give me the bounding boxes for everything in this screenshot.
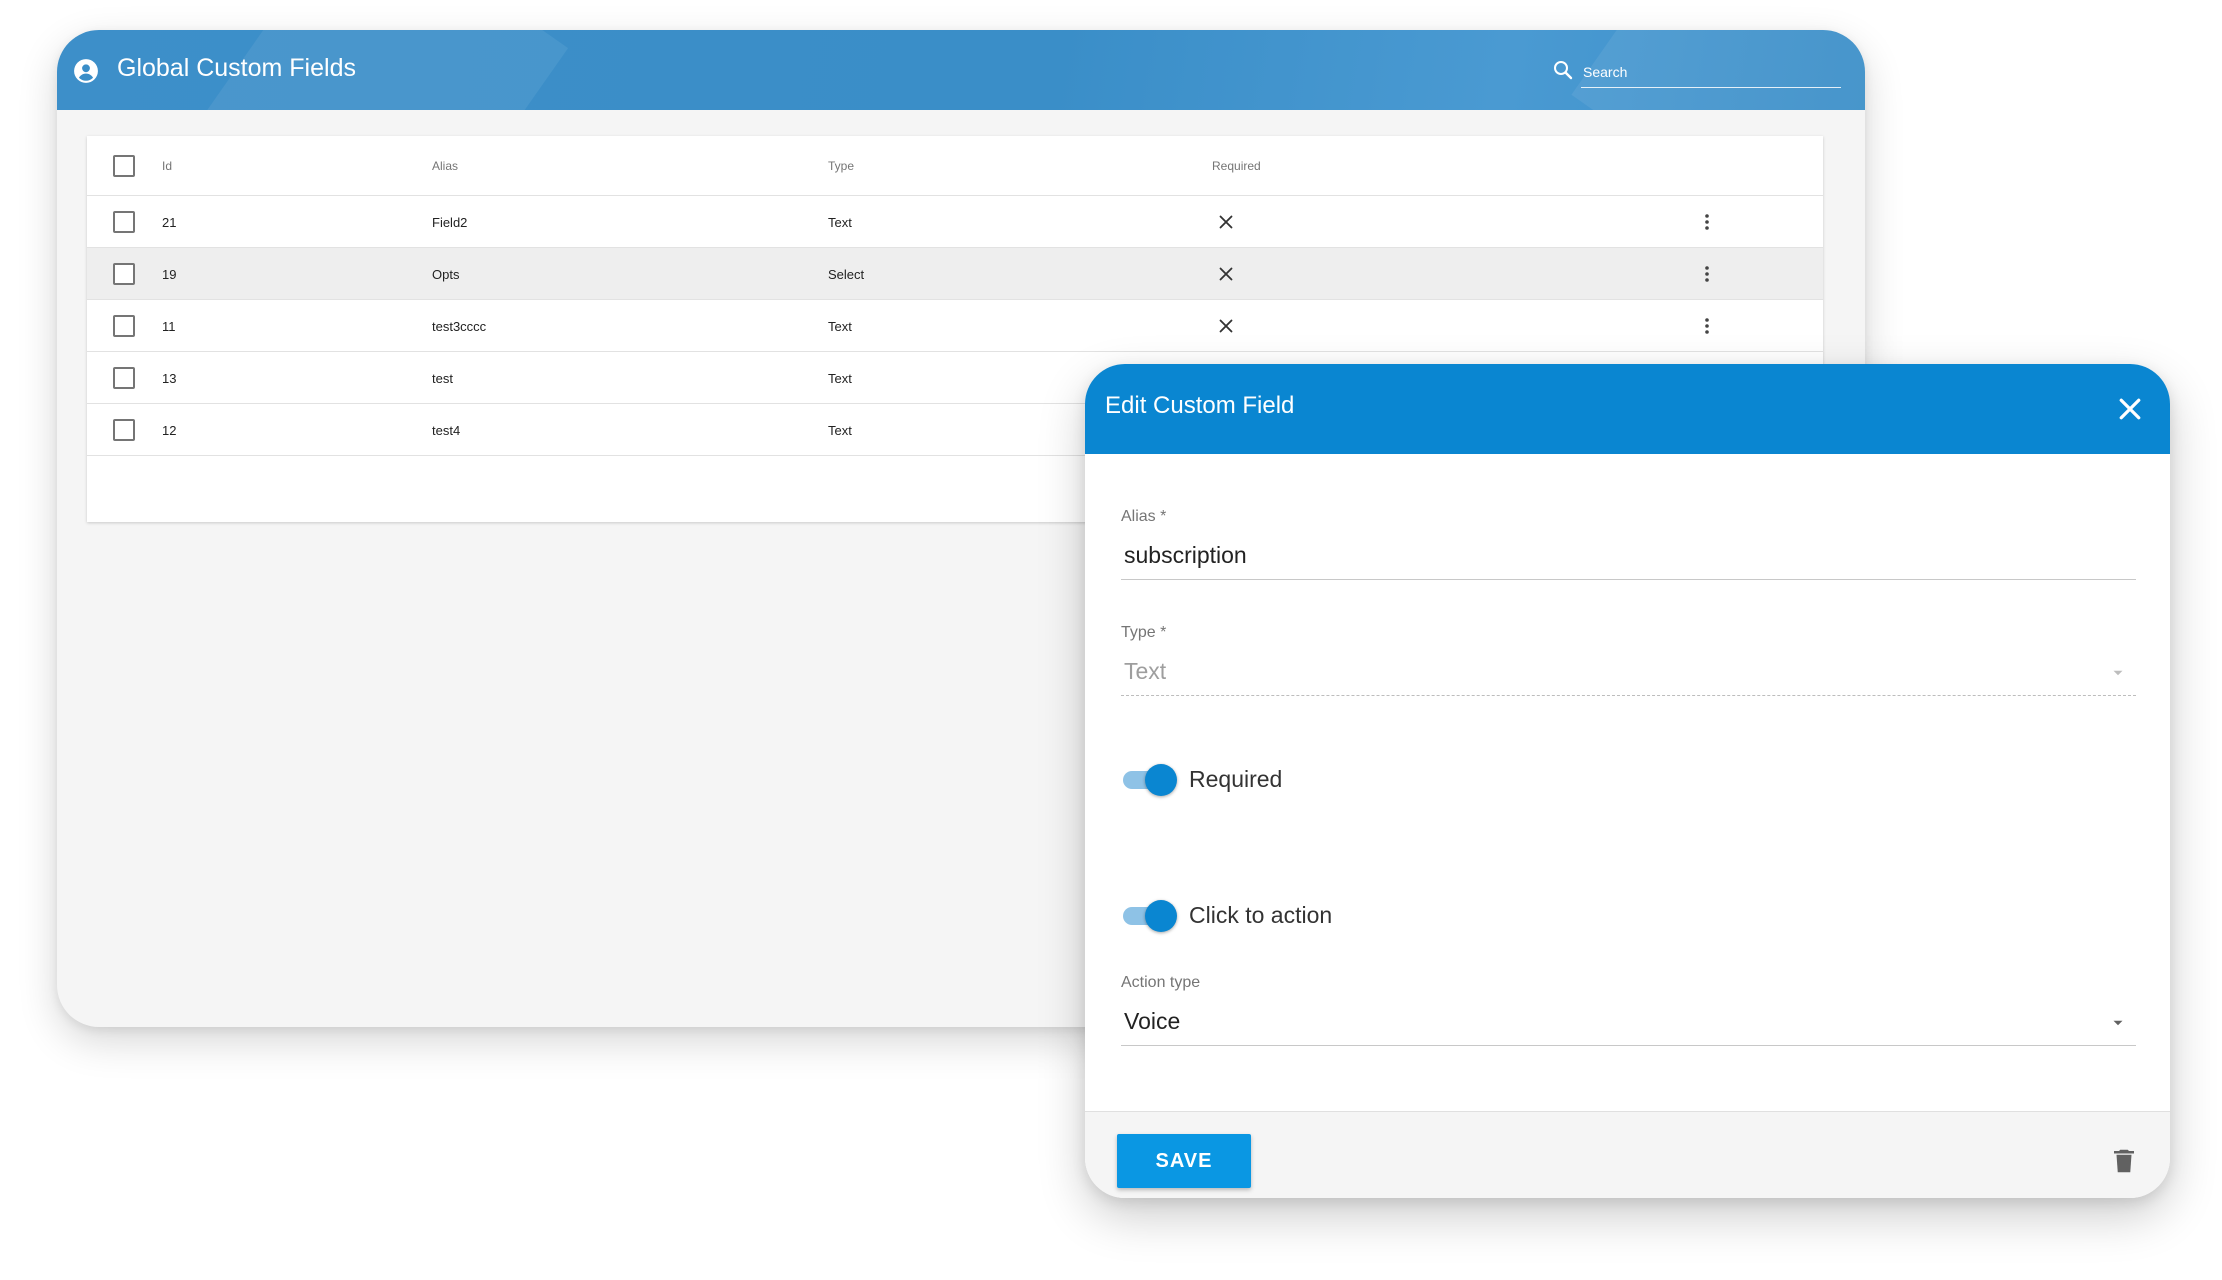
caret-down-icon[interactable] [2109,1014,2127,1032]
cell-alias: test [432,371,453,386]
table-row[interactable]: 21 Field2 Text [87,196,1823,248]
alias-label: Alias * [1121,508,1167,525]
cell-alias: test3cccc [432,319,487,334]
close-icon[interactable] [2115,394,2145,424]
column-header-type[interactable]: Type [828,159,854,173]
table-row[interactable]: 11 test3cccc Text [87,300,1823,352]
action-type-select[interactable]: Voice [1124,1008,1180,1035]
dialog-footer: SAVE [1085,1111,2170,1198]
cell-alias: test4 [432,423,461,438]
type-label: Type * [1121,624,1167,641]
row-checkbox[interactable] [113,263,135,285]
more-vert-icon[interactable] [1695,262,1719,286]
row-checkbox[interactable] [113,419,135,441]
page-title: Global Custom Fields [117,54,356,82]
cell-type: Text [828,423,852,438]
account-circle-icon[interactable] [73,58,99,84]
x-icon [1219,319,1233,333]
search-icon[interactable] [1551,58,1575,82]
table-row[interactable]: 19 Opts Select [87,248,1823,300]
alias-input[interactable]: subscription [1124,542,1247,569]
row-checkbox[interactable] [113,315,135,337]
cell-id: 21 [162,215,177,230]
cell-type: Text [828,319,852,334]
row-checkbox[interactable] [113,367,135,389]
cell-alias: Opts [432,267,460,282]
action-type-label: Action type [1121,974,1201,991]
cell-id: 13 [162,371,177,386]
row-checkbox[interactable] [113,211,135,233]
save-button[interactable]: SAVE [1117,1134,1251,1188]
column-header-alias[interactable]: Alias [432,159,458,173]
required-toggle-label: Required [1189,766,1283,792]
more-vert-icon[interactable] [1695,314,1719,338]
cell-id: 12 [162,423,177,438]
type-underline [1121,695,2136,696]
cell-type: Select [828,267,865,282]
alias-underline [1121,579,2136,580]
cell-type: Text [828,371,852,386]
cell-alias: Field2 [432,215,468,230]
action-type-underline [1121,1045,2136,1046]
select-all-checkbox[interactable] [113,155,135,177]
cell-id: 11 [162,319,176,334]
caret-down-icon [2113,670,2123,676]
trash-icon[interactable] [2109,1146,2139,1176]
app-header: Global Custom Fields [57,30,1865,110]
more-vert-icon[interactable] [1695,210,1719,234]
toggle-thumb [1145,764,1177,796]
search-input[interactable] [1581,56,1841,88]
x-icon [1219,215,1233,229]
type-select[interactable]: Text [1124,658,1166,685]
cell-id: 19 [162,267,177,282]
click-to-action-label: Click to action [1189,902,1333,928]
table-header-row: Id Alias Type Required [87,136,1823,196]
dialog-header: Edit Custom Field [1085,364,2170,454]
column-header-required[interactable]: Required [1212,159,1261,173]
cell-type: Text [828,215,852,230]
required-toggle[interactable] [1121,762,1177,798]
edit-custom-field-dialog: Edit Custom Field Alias * subscription T… [1085,364,2170,1198]
click-to-action-toggle[interactable] [1121,898,1177,934]
column-header-id[interactable]: Id [162,159,172,173]
x-icon [1219,267,1233,281]
dialog-title: Edit Custom Field [1105,392,1295,419]
toggle-thumb [1145,900,1177,932]
